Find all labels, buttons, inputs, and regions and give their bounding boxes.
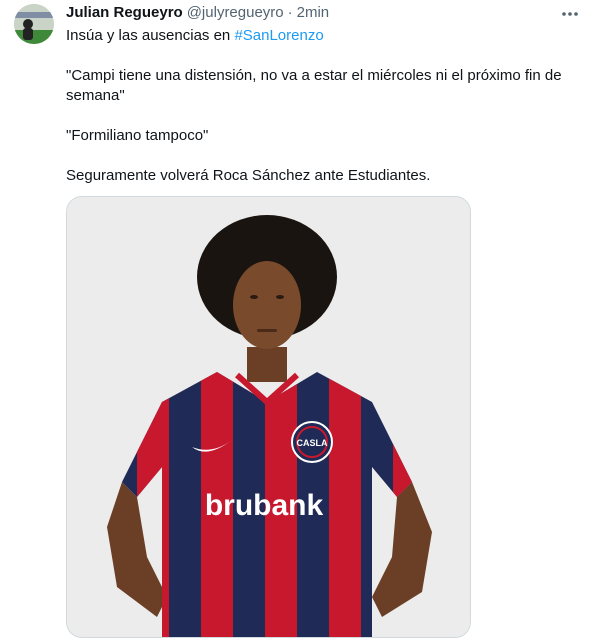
player-photo: CASLA brubank: [67, 197, 470, 637]
sponsor-logo: brubank: [205, 489, 324, 522]
author-name[interactable]: Julian Regueyro: [66, 4, 183, 21]
tweet-header: Julian Regueyro @julyregueyro · 2min: [66, 4, 329, 24]
more-options-button[interactable]: [558, 4, 582, 24]
tweet-line-3: "Formiliano tampoco": [66, 127, 209, 144]
tweet-line-1-text: Insúa y las ausencias en: [66, 27, 235, 44]
tweet-time[interactable]: 2min: [297, 4, 330, 21]
hashtag-link[interactable]: #SanLorenzo: [234, 27, 323, 44]
avatar[interactable]: [14, 4, 54, 44]
tweet[interactable]: Julian Regueyro @julyregueyro · 2min Ins…: [0, 0, 600, 638]
avatar-image: [14, 4, 54, 44]
tweet-line-4: Seguramente volverá Roca Sánchez ante Es…: [66, 167, 431, 184]
tweet-line-2: "Campi tiene una distensión, no va a est…: [66, 67, 562, 104]
tweet-text: Insúa y las ausencias en #SanLorenzo "Ca…: [66, 26, 586, 186]
tweet-line-1: Insúa y las ausencias en #SanLorenzo: [66, 26, 586, 46]
more-options-icon: [562, 12, 578, 16]
separator-dot: ·: [287, 4, 293, 21]
tweet-media[interactable]: CASLA brubank: [66, 196, 471, 638]
crest-text: CASLA: [297, 438, 328, 448]
author-handle[interactable]: @julyregueyro: [187, 4, 284, 21]
